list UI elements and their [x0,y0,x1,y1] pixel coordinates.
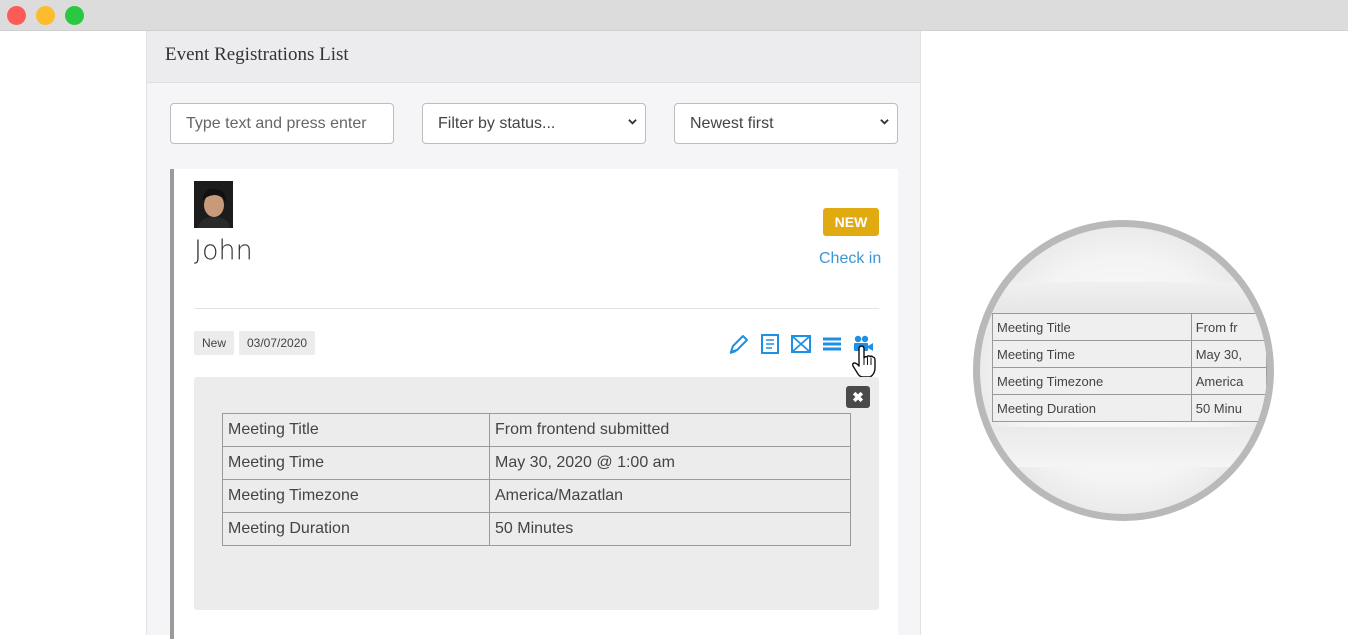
table-row: Meeting Duration 50 Minu [992,394,1267,422]
minimize-window-button[interactable] [36,6,55,25]
detail-value: America [1190,367,1267,395]
sort-value: Newest first [690,115,774,132]
registrations-panel: Event Registrations List Type text and p… [146,31,921,639]
detail-value: From frontend submitted [489,413,851,447]
status-filter-value: Filter by status... [438,115,556,132]
chevron-down-icon [628,119,637,125]
close-window-button[interactable] [7,6,26,25]
close-details-button[interactable]: ✖ [846,386,870,408]
detail-value: May 30, 2020 @ 1:00 am [489,446,851,480]
page-title: Event Registrations List [165,44,349,65]
status-filter-select[interactable]: Filter by status... [422,103,646,144]
table-row: Meeting Title From frontend submitted [222,413,851,447]
divider [194,308,879,309]
detail-value: May 30, [1190,340,1267,368]
detail-value: 50 Minu [1190,394,1267,422]
hand-cursor-icon [852,345,876,378]
edit-icon[interactable] [727,332,751,356]
detail-key: Meeting Time [992,340,1192,368]
magnified-details-table: Meeting Title From fr Meeting Time May 3… [992,313,1267,422]
lens-band-bottom [980,427,1267,467]
status-tag: New [194,331,235,355]
document-icon[interactable] [758,332,782,356]
sort-select[interactable]: Newest first [674,103,898,144]
meeting-details-table: Meeting Title From frontend submitted Me… [222,413,851,546]
check-in-link[interactable]: Check in [819,250,881,268]
table-row: Meeting Time May 30, 2020 @ 1:00 am [222,446,851,480]
detail-value: 50 Minutes [489,512,851,546]
table-row: Meeting Timezone America [992,367,1267,395]
mail-icon[interactable] [789,332,813,356]
registrant-name: John [194,235,253,266]
status-badge: NEW [823,208,879,236]
avatar [194,181,233,228]
table-row: Meeting Timezone America/Mazatlan [222,479,851,513]
table-row: Meeting Time May 30, [992,340,1267,368]
window-titlebar [0,0,1348,31]
lens-band-top [980,282,1267,314]
chevron-down-icon [880,119,889,125]
detail-key: Meeting Time [222,446,490,480]
maximize-window-button[interactable] [65,6,84,25]
table-row: Meeting Title From fr [992,313,1267,341]
search-input[interactable]: Type text and press enter [170,103,394,144]
detail-key: Meeting Duration [222,512,490,546]
list-icon[interactable] [820,332,844,356]
detail-key: Meeting Title [222,413,490,447]
detail-key: Meeting Duration [992,394,1192,422]
magnifier-lens: Meeting Title From fr Meeting Time May 3… [973,220,1274,521]
detail-value: America/Mazatlan [489,479,851,513]
details-panel: ✖ Meeting Title From frontend submitted … [194,377,879,610]
detail-value: From fr [1190,313,1267,341]
registration-card: John NEW Check in New 03/07/2020 ✖ Meeti… [170,169,898,639]
detail-key: Meeting Timezone [222,479,490,513]
panel-header: Event Registrations List [147,31,920,83]
table-row: Meeting Duration 50 Minutes [222,512,851,546]
detail-key: Meeting Title [992,313,1192,341]
date-tag: 03/07/2020 [239,331,316,355]
detail-key: Meeting Timezone [992,367,1192,395]
